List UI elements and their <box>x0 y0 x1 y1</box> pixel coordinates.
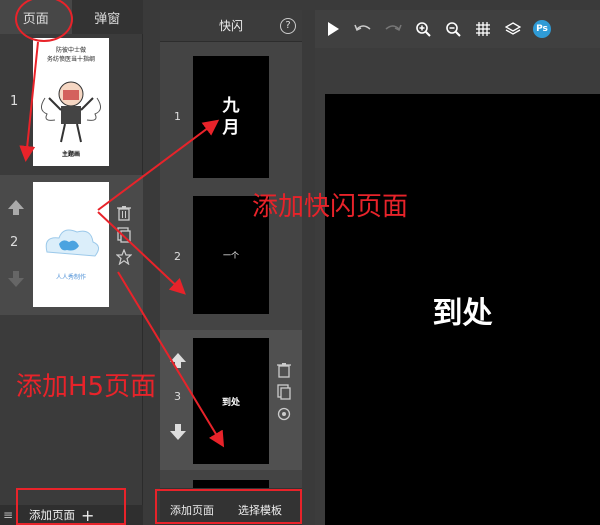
zoom-in-icon[interactable] <box>413 19 433 39</box>
move-up-icon[interactable] <box>168 350 188 370</box>
flash-bottom-highlight-box <box>155 489 302 524</box>
flash-panel-header: 快闪 ? <box>160 10 302 42</box>
grid-icon[interactable] <box>473 19 493 39</box>
canvas-panel: Ps 到处 <box>315 10 600 525</box>
page-tools <box>116 205 132 265</box>
play-icon[interactable] <box>323 19 343 39</box>
trash-icon[interactable] <box>116 205 132 221</box>
zoom-out-icon[interactable] <box>443 19 463 39</box>
frame-tools <box>276 362 292 422</box>
page-number: 2 <box>10 235 19 250</box>
star-icon[interactable] <box>116 249 132 265</box>
tab-popup[interactable]: 弹窗 <box>72 0 144 34</box>
frame-number: 2 <box>174 250 181 263</box>
pages-panel: 页面 弹窗 1 防彼中士做 务纺愤医当十指纲 主题画 2 人人秀制作 ≡ 添加页… <box>0 0 143 525</box>
move-down-icon[interactable] <box>6 269 26 289</box>
redo-icon[interactable] <box>383 19 403 39</box>
help-icon[interactable]: ? <box>280 18 296 34</box>
page-thumbnail-1[interactable]: 防彼中士做 务纺愤医当十指纲 主题画 <box>33 38 109 166</box>
copy-icon[interactable] <box>116 227 132 243</box>
copy-icon[interactable] <box>276 384 292 400</box>
canvas-stage[interactable]: 到处 <box>325 94 600 525</box>
flash-frame-1[interactable]: 1 九 月 <box>160 54 302 179</box>
trash-icon[interactable] <box>276 362 292 378</box>
annotation-add-flash-page: 添加快闪页面 <box>252 192 409 222</box>
cartoon-character-image <box>41 81 101 143</box>
page-item-1[interactable]: 1 防彼中士做 务纺愤医当十指纲 主题画 <box>0 34 143 169</box>
frame-preview[interactable]: 到处 <box>193 338 269 464</box>
menu-icon[interactable]: ≡ <box>3 508 13 522</box>
undo-icon[interactable] <box>353 19 373 39</box>
canvas-text[interactable]: 到处 <box>433 288 493 332</box>
annotation-add-h5-page: 添加H5页面 <box>16 372 157 402</box>
thumb-line: 务纺愤医当十指纲 <box>46 56 95 63</box>
cloud-image <box>45 229 99 257</box>
layers-icon[interactable] <box>503 19 523 39</box>
ps-icon[interactable]: Ps <box>533 20 551 38</box>
frame-preview[interactable]: 九 月 <box>193 56 269 178</box>
flash-frame-3[interactable]: 3 到处 <box>160 330 302 470</box>
move-up-icon[interactable] <box>6 197 26 217</box>
thumb-line: 防彼中士做 <box>55 47 86 54</box>
frame-number: 3 <box>174 390 181 403</box>
thumb-caption: 主题画 <box>61 151 80 158</box>
move-down-icon[interactable] <box>168 422 188 442</box>
settings-icon[interactable] <box>276 406 292 422</box>
frame-number: 1 <box>174 110 181 123</box>
thumb-caption: 人人秀制作 <box>55 274 86 281</box>
page-item-2[interactable]: 2 人人秀制作 <box>0 175 143 315</box>
add-page-highlight-box <box>16 488 126 525</box>
page-thumbnail-2[interactable]: 人人秀制作 <box>33 182 109 307</box>
flash-panel: 快闪 ? 1 九 月 2 一个 3 到处 <box>160 10 302 525</box>
flash-panel-title: 快闪 <box>218 19 243 33</box>
editor-toolbar: Ps <box>315 10 600 48</box>
page-number: 1 <box>10 94 19 109</box>
